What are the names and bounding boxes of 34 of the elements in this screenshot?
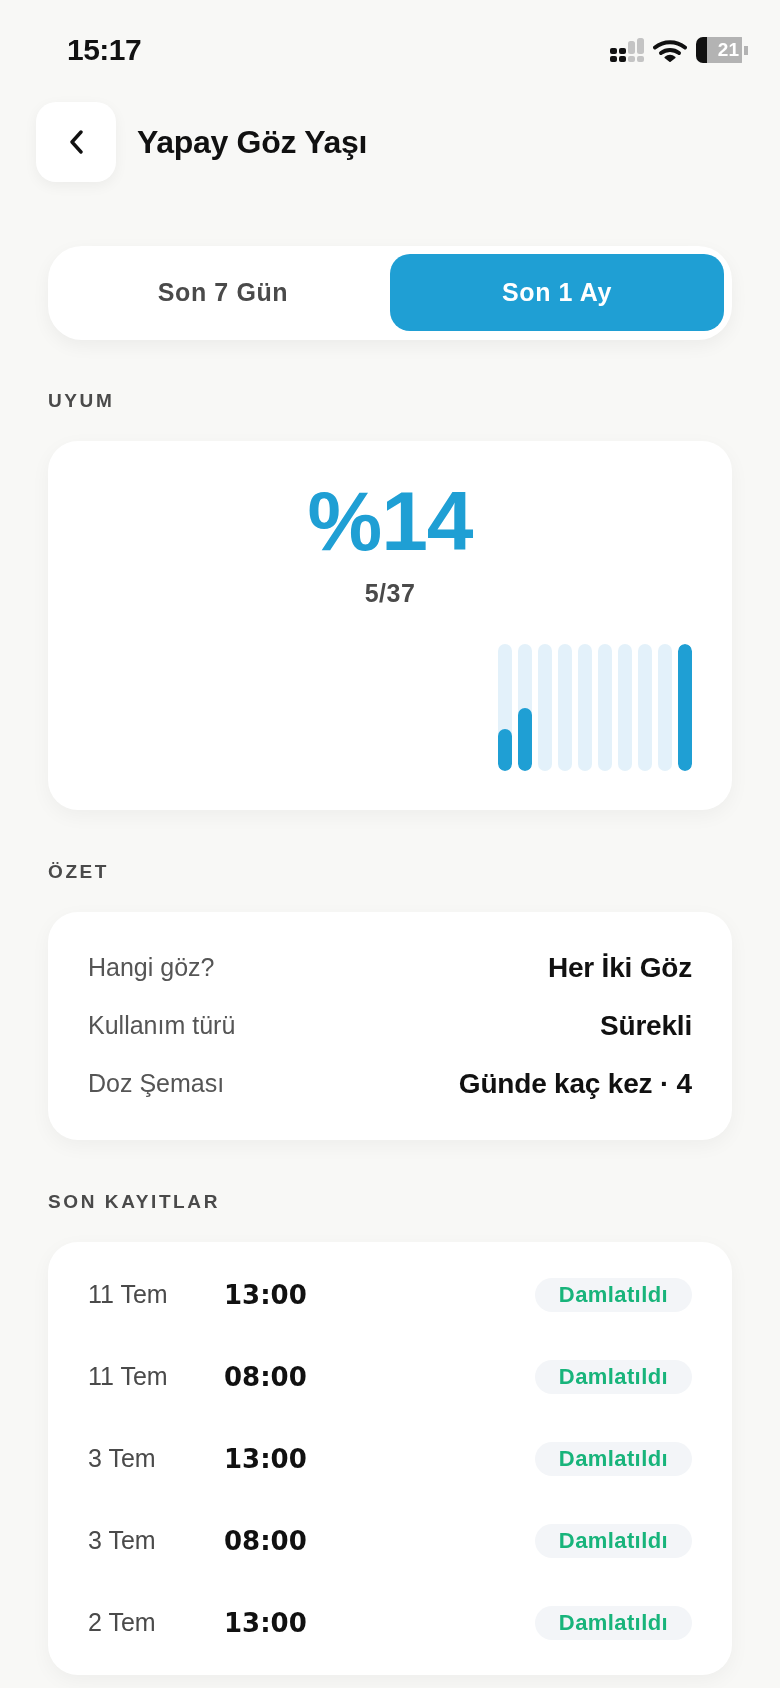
status-badge: Damlatıldı — [534, 1524, 692, 1558]
status-badge: Damlatıldı — [534, 1442, 692, 1476]
adherence-percent: %14 — [307, 479, 473, 563]
wifi-icon — [653, 38, 687, 62]
status-badge: Damlatıldı — [534, 1606, 692, 1640]
summary-label: Doz Şeması — [88, 1068, 225, 1100]
back-button[interactable] — [36, 102, 116, 182]
record-time: 13:00 — [224, 1442, 307, 1476]
period-tab[interactable]: Son 7 Gün — [56, 254, 390, 331]
status-time: 15:17 — [67, 35, 142, 65]
section-heading: UYUM — [48, 390, 116, 412]
summary-label: Hangi göz? — [88, 952, 215, 984]
record-date: 3 Tem — [88, 1525, 157, 1557]
status-badge: Damlatıldı — [534, 1278, 692, 1312]
summary-value: Her İki Göz — [547, 951, 692, 985]
record-time: 08:00 — [224, 1360, 307, 1394]
summary-label: Kullanım türü — [88, 1010, 236, 1042]
record-date: 11 Tem — [88, 1279, 169, 1311]
record-time: 13:00 — [224, 1278, 307, 1312]
page-title: Yapay Göz Yaşı — [137, 123, 368, 162]
summary-value: Sürekli — [600, 1009, 692, 1043]
record-time: 13:00 — [224, 1606, 307, 1640]
section-heading: ÖZET — [48, 861, 111, 883]
record-time: 08:00 — [224, 1524, 307, 1558]
section-heading: SON KAYITLAR — [48, 1191, 221, 1213]
back-chevron-icon — [68, 130, 84, 154]
battery-indicator: 21 — [696, 37, 748, 63]
status-badge: Damlatıldı — [534, 1360, 692, 1394]
record-date: 2 Tem — [88, 1607, 157, 1639]
summary-value: Günde kaç kez · 4 — [458, 1067, 692, 1101]
record-date: 11 Tem — [88, 1361, 169, 1393]
dose-count: 5/37 — [364, 579, 416, 607]
record-date: 3 Tem — [88, 1443, 157, 1475]
signal-icon — [610, 38, 644, 62]
